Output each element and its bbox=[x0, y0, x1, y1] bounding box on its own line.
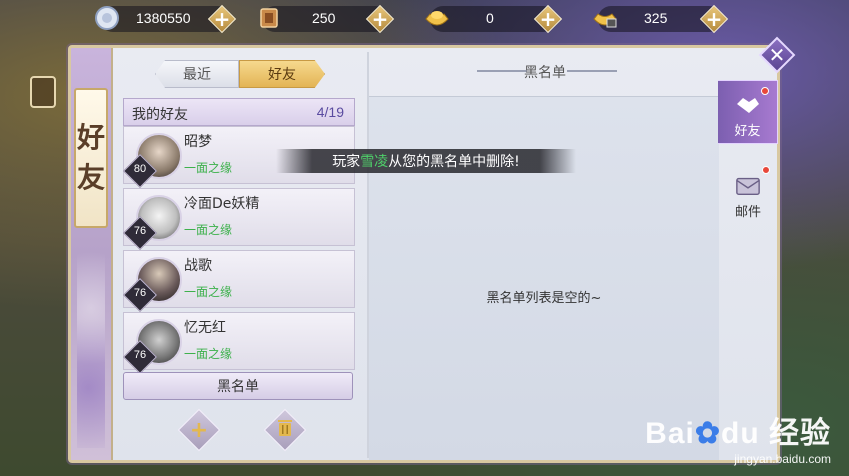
trash-icon bbox=[277, 418, 293, 443]
friend-row[interactable]: 76 冷面De妖精 一面之缘 bbox=[123, 188, 355, 250]
token-scroll-icon bbox=[254, 3, 284, 33]
panel-title: 好 友 bbox=[74, 88, 108, 228]
side-tab-mail[interactable]: 邮件 bbox=[718, 160, 778, 224]
feather-decoration bbox=[77, 248, 105, 448]
add-friend-button[interactable]: + bbox=[177, 408, 221, 452]
close-icon: ✕ bbox=[768, 43, 786, 67]
level-number: 76 bbox=[133, 349, 147, 361]
tab-friends[interactable]: 好友 bbox=[239, 60, 325, 88]
friends-list-label: 我的好友 bbox=[132, 107, 188, 123]
blacklist-button[interactable]: 黑名单 bbox=[123, 372, 353, 400]
level-number: 80 bbox=[133, 163, 147, 175]
currency-bar: 1380550 + 250 + 0 + 325 + bbox=[0, 0, 849, 38]
friends-panel: 好 友 最近 好友 我的好友 4/19 80 昭梦 一面之缘 76 冷面De妖精… bbox=[68, 45, 780, 463]
blacklist-title: 黑名单 bbox=[524, 65, 566, 81]
level-number: 76 bbox=[133, 287, 147, 299]
currency-value: 0 bbox=[486, 10, 494, 26]
gold-ingot-icon bbox=[422, 3, 452, 33]
mail-icon bbox=[735, 175, 761, 197]
add-locked-gold-button[interactable]: + bbox=[699, 4, 729, 34]
friends-column: 最近 好友 我的好友 4/19 80 昭梦 一面之缘 76 冷面De妖精 一面之… bbox=[115, 48, 365, 460]
friend-name: 昭梦 bbox=[184, 134, 212, 150]
side-tabs: 好友 邮件 bbox=[718, 70, 778, 250]
side-tab-label: 邮件 bbox=[734, 205, 761, 220]
friend-row[interactable]: 76 忆无红 一面之缘 bbox=[123, 312, 355, 374]
friend-relation: 一面之缘 bbox=[184, 285, 233, 299]
toast-notification: 玩家 雪凌 从您的黑名单中删除! bbox=[276, 149, 576, 173]
add-silver-button[interactable]: + bbox=[207, 4, 237, 34]
currency-value: 250 bbox=[312, 10, 336, 26]
currency-value: 325 bbox=[644, 10, 668, 26]
add-token-button[interactable]: + bbox=[365, 4, 395, 34]
plus-icon: + bbox=[189, 417, 209, 443]
currency-silver: 1380550 + bbox=[95, 4, 237, 34]
tab-recent[interactable]: 最近 bbox=[155, 60, 239, 88]
friend-tabs: 最近 好友 bbox=[155, 60, 325, 88]
baidu-watermark: Bai✿du 经验 jingyan.baidu.com bbox=[645, 417, 831, 466]
empty-message: 黑名单列表是空的~ bbox=[486, 291, 602, 306]
lantern-decoration bbox=[30, 76, 56, 108]
friend-name: 冷面De妖精 bbox=[184, 196, 260, 212]
currency-gold: 0 + bbox=[425, 4, 563, 34]
locked-gold-ingot-icon bbox=[590, 3, 620, 33]
currency-value: 1380550 bbox=[136, 10, 191, 26]
friend-name: 战歌 bbox=[184, 258, 212, 274]
notification-dot bbox=[761, 87, 769, 95]
friends-list-header: 我的好友 4/19 bbox=[123, 98, 355, 126]
notification-dot bbox=[762, 166, 770, 174]
currency-locked-gold: 325 + bbox=[593, 4, 729, 34]
currency-token: 250 + bbox=[260, 4, 395, 34]
blacklist-content: 黑名单 黑名单列表是空的~ bbox=[369, 48, 721, 460]
close-button[interactable]: ✕ bbox=[758, 36, 796, 74]
friend-row[interactable]: 76 战歌 一面之缘 bbox=[123, 250, 355, 312]
friend-relation: 一面之缘 bbox=[184, 161, 233, 175]
add-gold-button[interactable]: + bbox=[533, 4, 563, 34]
title-strip: 好 友 bbox=[71, 48, 113, 460]
friend-relation: 一面之缘 bbox=[184, 223, 233, 237]
level-number: 76 bbox=[133, 225, 147, 237]
friends-count: 4/19 bbox=[316, 104, 344, 120]
side-tab-friends[interactable]: 好友 bbox=[718, 80, 778, 144]
handshake-icon bbox=[735, 94, 761, 116]
friend-name: 忆无红 bbox=[184, 320, 226, 336]
side-tab-label: 好友 bbox=[734, 124, 761, 139]
title-ornament bbox=[567, 70, 617, 72]
silver-coin-icon bbox=[92, 3, 122, 33]
friend-relation: 一面之缘 bbox=[184, 347, 233, 361]
toast-player-name: 雪凌 bbox=[360, 154, 389, 170]
delete-button[interactable] bbox=[263, 408, 307, 452]
paw-logo: ✿ bbox=[694, 417, 721, 450]
